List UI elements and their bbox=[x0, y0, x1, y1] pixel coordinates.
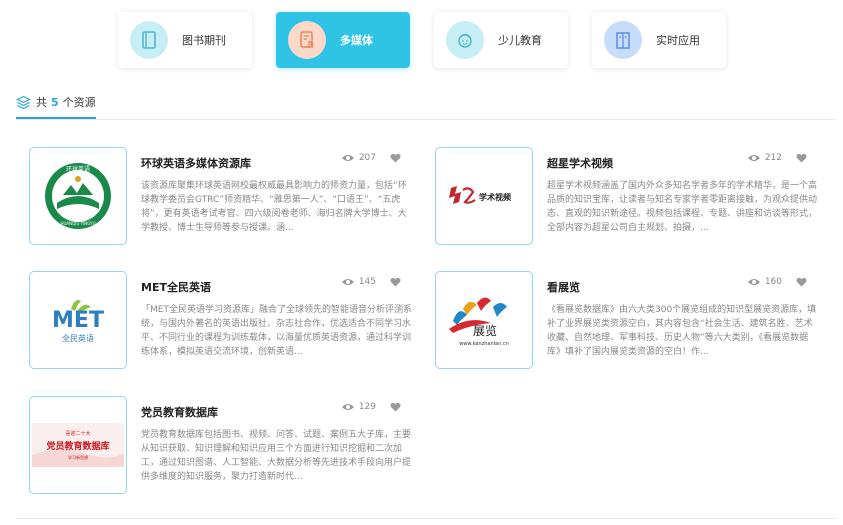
resource-description: 党员教育数据库包括图书、视频、问答、试题、案例五大子库，主要从知识获取、知识理解… bbox=[141, 430, 412, 482]
count-number: 5 bbox=[51, 95, 59, 109]
tab-label: 实时应用 bbox=[656, 34, 700, 47]
tab-label: 图书期刊 bbox=[182, 34, 226, 47]
child-icon bbox=[446, 21, 484, 59]
eye-icon bbox=[747, 155, 760, 161]
multimedia-icon bbox=[288, 21, 326, 59]
tab-children-education[interactable]: 少儿教育 bbox=[434, 12, 568, 68]
kanzhanlan-logo-url: www.kanzhanlan.cn bbox=[459, 341, 509, 347]
resource-card[interactable]: 展览 www.kanzhanlan.cn 看展览 160 《看展览数据库》由六大… bbox=[435, 271, 816, 371]
eye-icon bbox=[341, 404, 354, 410]
party-logo-main: 党员教育数据库 bbox=[46, 440, 109, 452]
view-count: 129 bbox=[341, 402, 401, 412]
resource-count: 共 5 个资源 bbox=[16, 93, 96, 111]
globe-logo-text: 环球英语 bbox=[66, 165, 90, 173]
resource-thumbnail[interactable]: 环球英语 HUANQIU YINGYU bbox=[29, 147, 127, 245]
category-tabs: 图书期刊 多媒体 少儿教育 实时应用 bbox=[118, 12, 726, 68]
view-number: 145 bbox=[358, 277, 376, 287]
view-number: 212 bbox=[764, 153, 782, 163]
door-icon bbox=[604, 21, 642, 59]
party-logo-sub: 学习新思想 bbox=[68, 454, 88, 460]
party-education-logo: 喜迎二十大 党员教育数据库 学习新思想 bbox=[32, 423, 124, 467]
resource-title[interactable]: 环球英语多媒体资源库 bbox=[141, 155, 251, 171]
resource-thumbnail[interactable]: MET 全民英语 bbox=[29, 271, 127, 369]
heart-icon[interactable] bbox=[796, 277, 807, 287]
heart-icon[interactable] bbox=[390, 153, 401, 163]
layers-icon bbox=[16, 95, 31, 109]
resource-title[interactable]: 党员教育数据库 bbox=[141, 404, 218, 420]
eye-icon bbox=[747, 279, 760, 285]
resource-description: 「MET全民英语学习资源库」融合了全球领先的智能语音分析评测系统，与国内外著名的… bbox=[141, 305, 412, 357]
kanzhanlan-logo-text: 展览 bbox=[473, 323, 497, 338]
view-count: 160 bbox=[747, 277, 807, 287]
resource-title[interactable]: MET全民英语 bbox=[141, 279, 211, 295]
resource-card[interactable]: 喜迎二十大 党员教育数据库 学习新思想 党员教育数据库 129 党员教育数据库包… bbox=[29, 396, 411, 496]
resource-card[interactable]: 学术视频 超星学术视频 212 超星学术视频涵盖了国内外众多知名学者多年的学术精… bbox=[435, 147, 817, 247]
view-count: 145 bbox=[341, 277, 401, 287]
divider bbox=[16, 119, 836, 120]
resource-description: 该资源库聚集环球英语网校最权威最具影响力的师资力量，包括“环球教学委员会GTRC… bbox=[141, 181, 407, 233]
party-logo-top: 喜迎二十大 bbox=[65, 430, 90, 437]
view-number: 129 bbox=[358, 402, 376, 412]
bottom-divider bbox=[16, 518, 836, 519]
resource-thumbnail[interactable]: 学术视频 bbox=[435, 147, 533, 245]
chaoxing-logo: 学术视频 bbox=[449, 186, 511, 204]
met-logo-text: MET bbox=[52, 308, 104, 333]
globe-logo-sub: HUANQIU YINGYU bbox=[60, 221, 95, 226]
eye-icon bbox=[341, 279, 354, 285]
resource-title[interactable]: 超星学术视频 bbox=[547, 155, 613, 171]
globe-logo: 环球英语 HUANQIU YINGYU bbox=[45, 163, 111, 229]
book-icon bbox=[130, 21, 168, 59]
chaoxing-logo-text: 学术视频 bbox=[479, 192, 511, 202]
met-logo: MET 全民英语 bbox=[52, 300, 104, 343]
resource-card[interactable]: MET 全民英语 MET全民英语 145 「MET全民英语学习资源库」融合了全球… bbox=[29, 271, 412, 371]
heart-icon[interactable] bbox=[390, 402, 401, 412]
view-count: 207 bbox=[341, 153, 401, 163]
resource-thumbnail[interactable]: 展览 www.kanzhanlan.cn bbox=[435, 271, 533, 369]
view-number: 207 bbox=[358, 153, 376, 163]
tab-label: 多媒体 bbox=[340, 34, 373, 47]
view-number: 160 bbox=[764, 277, 782, 287]
tab-label: 少儿教育 bbox=[498, 34, 542, 47]
kanzhanlan-logo: 展览 www.kanzhanlan.cn bbox=[449, 297, 509, 347]
heart-icon[interactable] bbox=[390, 277, 401, 287]
resource-description: 超星学术视频涵盖了国内外众多知名学者多年的学术精华，是一个高品质的知识宝库，让读… bbox=[547, 181, 818, 233]
view-count: 212 bbox=[747, 153, 807, 163]
count-prefix: 共 bbox=[36, 96, 47, 109]
resource-description: 《看展览数据库》由六大类300个展览组成的知识型展览资源库，填补了业界展览类资源… bbox=[547, 305, 817, 357]
tab-realtime-apps[interactable]: 实时应用 bbox=[592, 12, 726, 68]
eye-icon bbox=[341, 155, 354, 161]
count-suffix: 个资源 bbox=[62, 96, 96, 109]
tab-books[interactable]: 图书期刊 bbox=[118, 12, 252, 68]
resource-thumbnail[interactable]: 喜迎二十大 党员教育数据库 学习新思想 bbox=[29, 396, 127, 494]
tab-multimedia[interactable]: 多媒体 bbox=[276, 12, 410, 68]
resource-title[interactable]: 看展览 bbox=[547, 279, 580, 295]
met-logo-sub: 全民英语 bbox=[62, 333, 94, 343]
resource-card[interactable]: 环球英语 HUANQIU YINGYU 环球英语多媒体资源库 207 该资源库聚… bbox=[29, 147, 409, 247]
heart-icon[interactable] bbox=[796, 153, 807, 163]
